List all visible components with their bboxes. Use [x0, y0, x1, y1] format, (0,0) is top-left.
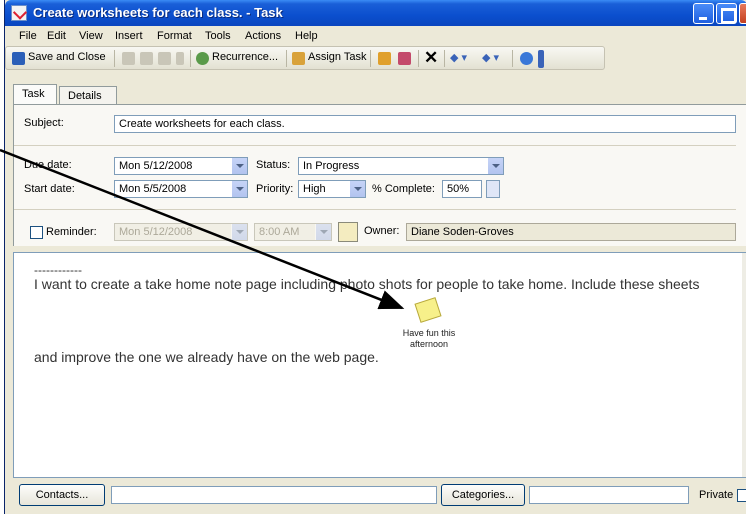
vertical-scrollbar[interactable]: [742, 253, 746, 477]
task-window: Create worksheets for each class. - Task…: [4, 0, 746, 514]
task-icon: [11, 5, 27, 21]
footer-bar: Contacts... Categories... Private: [5, 480, 746, 514]
due-date-label: Due date:: [24, 159, 72, 171]
help-icon[interactable]: [520, 52, 533, 65]
subject-input[interactable]: Create worksheets for each class.: [114, 115, 736, 133]
sticky-note-icon[interactable]: [414, 297, 442, 323]
toolbar-separator: [190, 50, 191, 67]
menu-insert[interactable]: Insert: [115, 30, 143, 42]
menu-view[interactable]: View: [79, 30, 103, 42]
menu-edit[interactable]: Edit: [47, 30, 66, 42]
notes-body[interactable]: ------------ I want to create a take hom…: [13, 252, 746, 478]
menu-help[interactable]: Help: [295, 30, 318, 42]
divider: [14, 209, 736, 210]
maximize-button[interactable]: [716, 3, 737, 24]
start-date-value: Mon 5/5/2008: [119, 183, 187, 195]
copy-icon[interactable]: [140, 52, 153, 65]
reminder-sound-icon[interactable]: [338, 222, 358, 242]
tab-details[interactable]: Details: [59, 86, 117, 104]
status-select[interactable]: In Progress: [298, 157, 504, 175]
standard-toolbar: Save and Close Recurrence... Assign Task…: [5, 46, 605, 70]
chevron-down-icon[interactable]: [231, 158, 247, 174]
cut-icon[interactable]: [122, 52, 135, 65]
chevron-down-icon[interactable]: [349, 181, 365, 197]
window-title: Create worksheets for each class. - Task: [33, 5, 283, 20]
save-icon: [12, 52, 25, 65]
assign-task-button[interactable]: Assign Task: [308, 51, 367, 63]
menu-format[interactable]: Format: [157, 30, 192, 42]
priority-select[interactable]: High: [298, 180, 366, 198]
assign-task-icon: [292, 52, 305, 65]
note-caption-line-2: afternoon: [409, 339, 449, 349]
reminder-date-field[interactable]: Mon 5/12/2008: [114, 223, 248, 241]
tab-task[interactable]: Task: [13, 84, 57, 105]
close-button[interactable]: [739, 3, 746, 24]
status-value: In Progress: [303, 160, 360, 172]
reminder-label: Reminder:: [46, 226, 97, 238]
toolbar-options-icon[interactable]: [538, 50, 544, 68]
priority-value: High: [303, 183, 326, 195]
toolbar-separator: [444, 50, 445, 67]
menu-bar: File Edit View Insert Format Tools Actio…: [5, 26, 746, 46]
chevron-down-icon[interactable]: [231, 224, 247, 240]
percent-complete-label: % Complete:: [372, 183, 435, 195]
toolbar-separator: [370, 50, 371, 67]
start-date-label: Start date:: [24, 183, 75, 195]
reminder-time-field[interactable]: 8:00 AM: [254, 223, 332, 241]
note-caption-line-1: Have fun this: [402, 328, 456, 338]
toolbar-separator: [286, 50, 287, 67]
note-caption: Have fun this afternoon: [396, 328, 462, 350]
menu-file[interactable]: File: [19, 30, 37, 42]
owner-field: Diane Soden-Groves: [406, 223, 736, 241]
delete-icon[interactable]: ✕: [424, 48, 438, 68]
previous-item-icon[interactable]: ◆ ▾: [450, 51, 467, 64]
body-text-line-1: I want to create a take home note page i…: [34, 276, 700, 292]
menu-tools[interactable]: Tools: [205, 30, 231, 42]
toolbar-separator: [512, 50, 513, 67]
percent-complete-input[interactable]: 50%: [442, 180, 482, 198]
chevron-down-icon[interactable]: [231, 181, 247, 197]
recurrence-icon: [196, 52, 209, 65]
next-item-icon[interactable]: ◆ ▾: [482, 51, 499, 64]
percent-spinner[interactable]: [486, 180, 500, 198]
contacts-input[interactable]: [111, 486, 437, 504]
owner-label: Owner:: [364, 225, 400, 237]
reminder-time-value: 8:00 AM: [259, 226, 300, 238]
start-date-field[interactable]: Mon 5/5/2008: [114, 180, 248, 198]
due-date-value: Mon 5/12/2008: [119, 160, 193, 172]
status-report-icon[interactable]: [378, 52, 391, 65]
title-bar[interactable]: Create worksheets for each class. - Task: [5, 0, 746, 26]
menu-actions[interactable]: Actions: [245, 30, 281, 42]
toolbar-separator: [418, 50, 419, 67]
private-label: Private: [699, 489, 734, 501]
body-text-line-2: and improve the one we already have on t…: [34, 349, 379, 365]
mark-complete-icon[interactable]: [398, 52, 411, 65]
body-dashes: ------------: [34, 263, 82, 277]
toolbar-separator: [114, 50, 115, 67]
categories-button[interactable]: Categories...: [441, 484, 525, 506]
priority-label: Priority:: [256, 183, 294, 195]
reminder-checkbox[interactable]: [30, 226, 43, 239]
categories-input[interactable]: [529, 486, 689, 504]
contacts-button[interactable]: Contacts...: [19, 484, 105, 506]
task-form: Subject: Create worksheets for each clas…: [13, 104, 746, 246]
chevron-down-icon[interactable]: [315, 224, 331, 240]
minimize-button[interactable]: [693, 3, 714, 24]
chevron-down-icon[interactable]: [487, 158, 503, 174]
status-label: Status:: [256, 159, 291, 171]
paste-icon[interactable]: [158, 52, 171, 65]
attach-icon[interactable]: [176, 52, 184, 65]
subject-label: Subject:: [24, 117, 64, 129]
save-and-close-button[interactable]: Save and Close: [28, 51, 106, 63]
private-checkbox[interactable]: [737, 489, 746, 502]
due-date-field[interactable]: Mon 5/12/2008: [114, 157, 248, 175]
recurrence-button[interactable]: Recurrence...: [212, 51, 278, 63]
reminder-date-value: Mon 5/12/2008: [119, 226, 193, 238]
divider: [14, 145, 736, 146]
